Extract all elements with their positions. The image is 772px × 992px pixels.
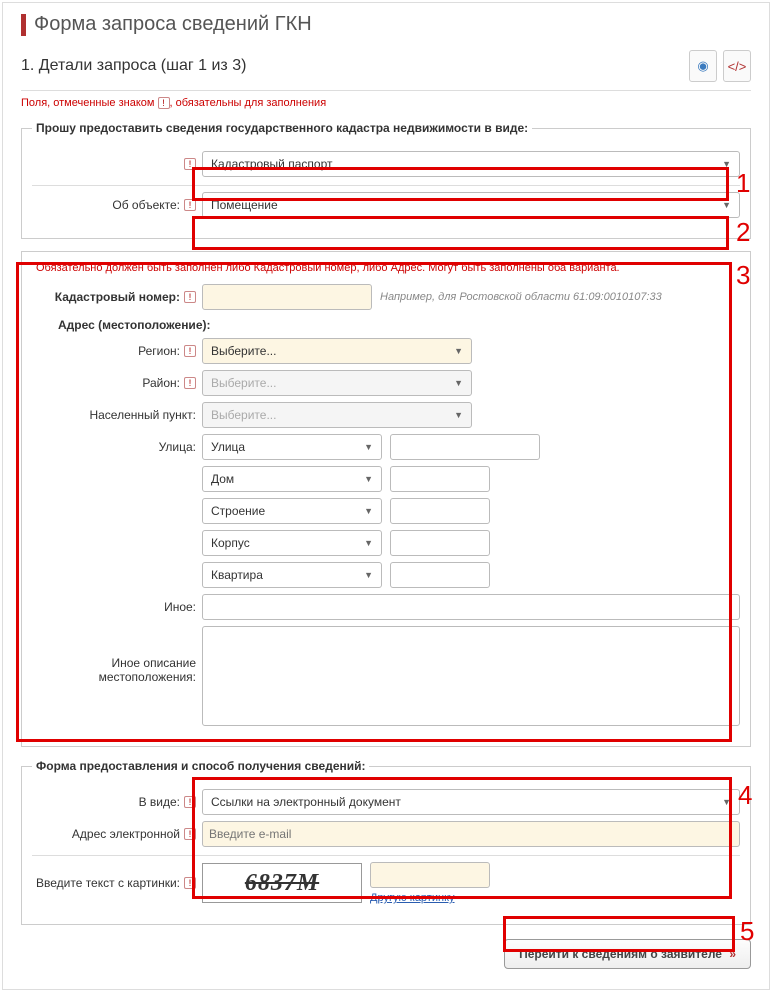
chevron-down-icon: ▼ [722, 200, 731, 210]
fieldset-request-type-legend: Прошу предоставить сведения государствен… [32, 121, 532, 135]
required-icon: ! [184, 377, 196, 389]
region-select[interactable]: Выберите... ▼ [202, 338, 472, 364]
chevron-down-icon: ▼ [454, 410, 463, 420]
doc-type-value: Кадастровый паспорт [211, 157, 332, 171]
flat-type-select[interactable]: Квартира ▼ [202, 562, 382, 588]
building-type-select[interactable]: Строение ▼ [202, 498, 382, 524]
title-accent-bar [21, 14, 26, 36]
required-icon: ! [184, 828, 196, 840]
district-select[interactable]: Выберите... ▼ [202, 370, 472, 396]
step-icons: ◉ </> [689, 50, 751, 82]
building-type-value: Строение [211, 504, 265, 518]
preview-icon[interactable]: ◉ [689, 50, 717, 82]
object-type-select[interactable]: Помещение ▼ [202, 192, 740, 218]
address-header: Адрес (местоположение): [58, 318, 740, 332]
required-note-post: , обязательны для заполнения [170, 97, 327, 109]
captcha-input[interactable] [370, 862, 490, 888]
divider [21, 90, 751, 91]
fieldset-delivery-legend: Форма предоставления и способ получения … [32, 759, 369, 773]
street-type-value: Улица [211, 440, 245, 454]
fieldset-request-type: Прошу предоставить сведения государствен… [21, 121, 751, 239]
captcha-refresh-link[interactable]: Другую картинку [370, 892, 490, 904]
street-label: Улица: [159, 440, 196, 454]
object-type-value: Помещение [211, 198, 278, 212]
submit-button-label: Перейти к сведениям о заявителе [519, 947, 722, 961]
xml-icon[interactable]: </> [723, 50, 751, 82]
object-warning-text: Обязательно должен быть заполнен либо Ка… [36, 262, 740, 274]
required-icon: ! [184, 199, 196, 211]
chevron-down-icon: ▼ [364, 474, 373, 484]
required-note-pre: Поля, отмеченные знаком [21, 97, 158, 109]
other-description-textarea[interactable] [202, 626, 740, 726]
fieldset-delivery: Форма предоставления и способ получения … [21, 759, 751, 925]
district-label: Район: [142, 376, 180, 390]
street-type-select[interactable]: Улица ▼ [202, 434, 382, 460]
chevron-down-icon: ▼ [364, 570, 373, 580]
doc-type-select[interactable]: Кадастровый паспорт ▼ [202, 151, 740, 177]
locality-value: Выберите... [211, 408, 276, 422]
korpus-type-select[interactable]: Корпус ▼ [202, 530, 382, 556]
divider [32, 855, 740, 856]
page-title: Форма запроса сведений ГКН [34, 13, 312, 36]
captcha-image: 6837М [202, 863, 362, 903]
cadastral-hint: Например, для Ростовской области 61:09:0… [380, 291, 662, 303]
korpus-type-value: Корпус [211, 536, 250, 550]
other-input[interactable] [202, 594, 740, 620]
annotation-number-2: 2 [736, 217, 750, 248]
required-icon: ! [184, 158, 196, 170]
chevron-down-icon: ▼ [722, 797, 731, 807]
annotation-number-5: 5 [740, 916, 754, 947]
chevron-down-icon: ▼ [364, 506, 373, 516]
region-value: Выберите... [211, 344, 276, 358]
building-number-input[interactable] [390, 498, 490, 524]
email-input[interactable] [202, 821, 740, 847]
delivery-form-label: В виде: [139, 795, 180, 809]
chevron-down-icon: ▼ [364, 538, 373, 548]
required-icon: ! [184, 796, 196, 808]
submit-row: Перейти к сведениям о заявителе » [21, 939, 751, 969]
flat-number-input[interactable] [390, 562, 490, 588]
required-icon: ! [158, 97, 170, 109]
locality-label: Населенный пункт: [89, 408, 196, 422]
chevron-down-icon: ▼ [454, 378, 463, 388]
chevron-down-icon: ▼ [722, 159, 731, 169]
required-icon: ! [184, 291, 196, 303]
annotation-number-4: 4 [738, 780, 752, 811]
street-name-input[interactable] [390, 434, 540, 460]
delivery-form-select[interactable]: Ссылки на электронный документ ▼ [202, 789, 740, 815]
korpus-number-input[interactable] [390, 530, 490, 556]
captcha-label: Введите текст с картинки: [36, 876, 180, 890]
submit-button[interactable]: Перейти к сведениям о заявителе » [504, 939, 751, 969]
required-fields-note: Поля, отмеченные знаком !, обязательны д… [21, 97, 751, 109]
step-header: 1. Детали запроса (шаг 1 из 3) ◉ </> [21, 50, 751, 82]
annotation-number-1: 1 [736, 168, 750, 199]
house-type-select[interactable]: Дом ▼ [202, 466, 382, 492]
page-title-bar: Форма запроса сведений ГКН [21, 13, 751, 36]
cadastral-number-label: Кадастровый номер: [55, 290, 180, 304]
district-value: Выберите... [211, 376, 276, 390]
locality-select[interactable]: Выберите... ▼ [202, 402, 472, 428]
house-number-input[interactable] [390, 466, 490, 492]
chevron-right-icon: » [729, 947, 736, 961]
fieldset-object-details: Обязательно должен быть заполнен либо Ка… [21, 251, 751, 747]
chevron-down-icon: ▼ [454, 346, 463, 356]
house-type-value: Дом [211, 472, 234, 486]
page-container: Форма запроса сведений ГКН 1. Детали зап… [2, 2, 770, 990]
divider [32, 185, 740, 186]
flat-type-value: Квартира [211, 568, 263, 582]
step-title: 1. Детали запроса (шаг 1 из 3) [21, 57, 246, 75]
required-icon: ! [184, 345, 196, 357]
other-desc-label: Иное описание местоположения: [32, 656, 196, 684]
region-label: Регион: [138, 344, 180, 358]
email-label: Адрес электронной [72, 827, 180, 841]
annotation-number-3: 3 [736, 260, 750, 291]
required-icon: ! [184, 877, 196, 889]
other-label: Иное: [164, 600, 196, 614]
object-label: Об объекте: [112, 198, 180, 212]
delivery-form-value: Ссылки на электронный документ [211, 795, 401, 809]
cadastral-number-input[interactable] [202, 284, 372, 310]
chevron-down-icon: ▼ [364, 442, 373, 452]
